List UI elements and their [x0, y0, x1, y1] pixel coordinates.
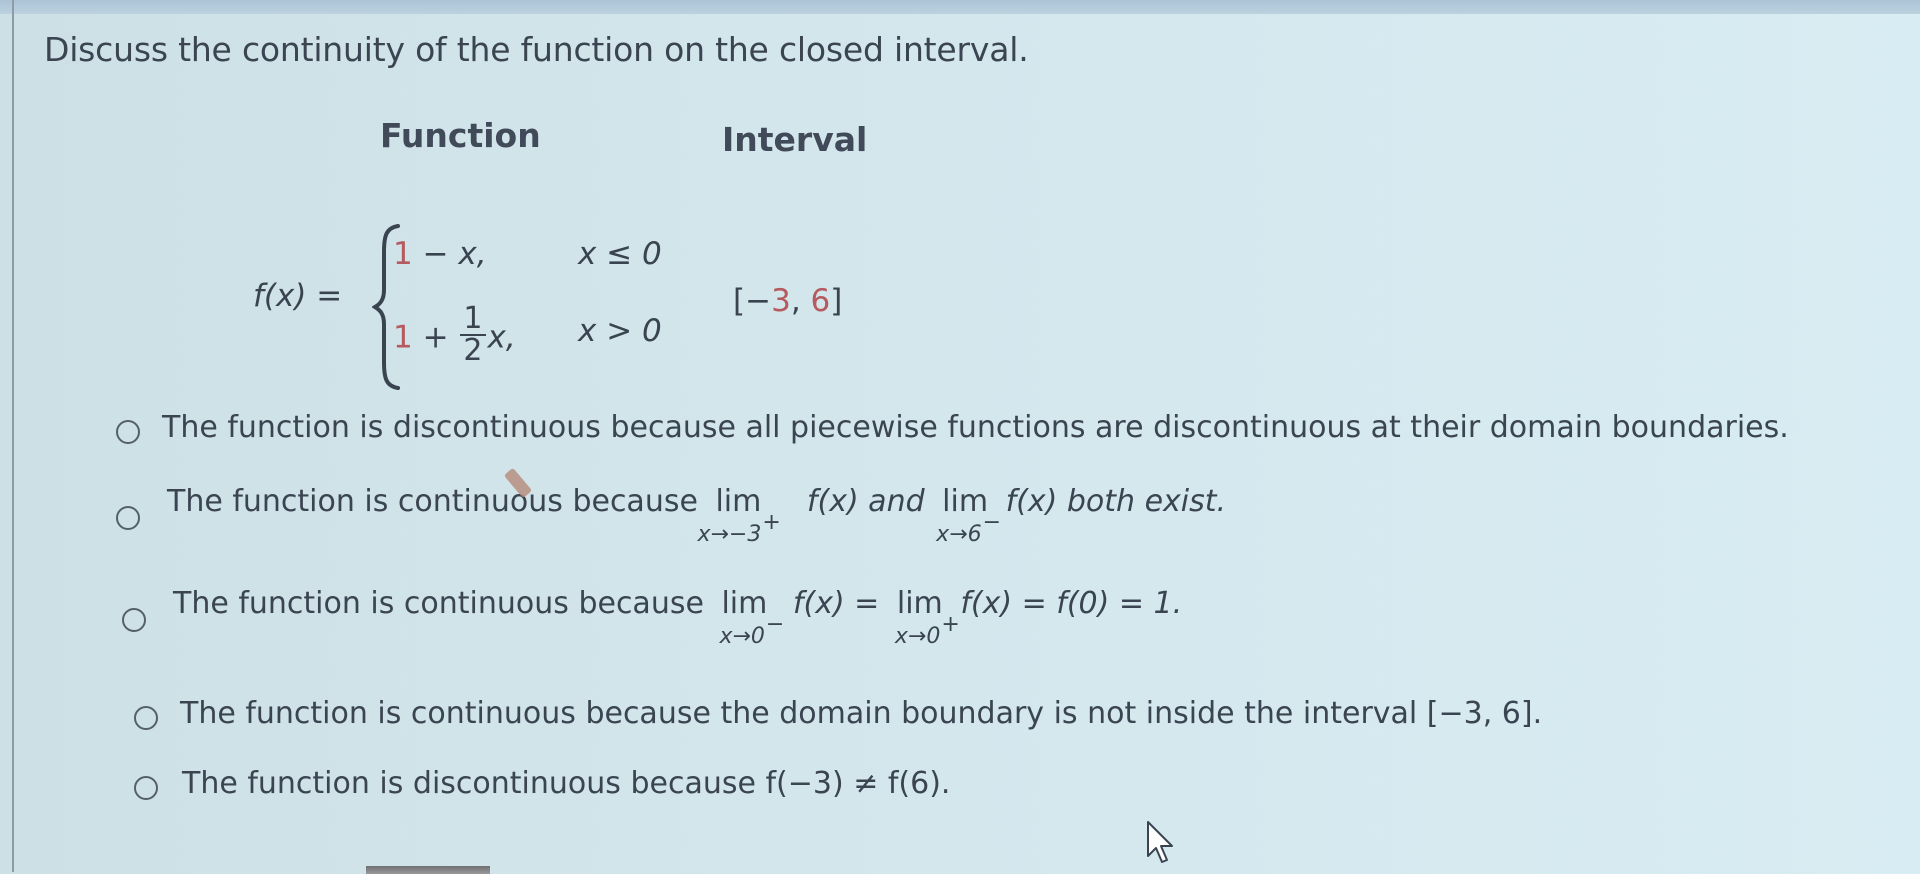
- answer-option-4[interactable]: The function is continuous because the d…: [0, 696, 1920, 756]
- lim-side: +: [941, 612, 960, 637]
- lim-side: +: [762, 510, 781, 535]
- submit-button-edge[interactable]: [366, 866, 490, 874]
- case-2-operator: +: [412, 319, 459, 356]
- option-3-text[interactable]: The function is continuous because lim x→…: [173, 586, 1183, 649]
- window-top-strip: [0, 0, 1920, 14]
- interval-open: [−: [733, 283, 772, 319]
- case-2-condition: x > 0: [578, 313, 662, 349]
- mouse-pointer-icon: [1147, 821, 1173, 863]
- lim-subscript: x→−3+: [697, 510, 780, 547]
- case-2-expression: 1 + 1 2 x,: [393, 304, 516, 370]
- lim-label: lim: [896, 586, 943, 621]
- function-label-text: f(x) =: [253, 278, 343, 314]
- lim-subscript: x→6−: [936, 510, 1001, 547]
- option-2-middle: f(x) and: [806, 484, 925, 519]
- interval-value: [−3, 6]: [733, 283, 842, 319]
- option-3-prefix: The function is continuous because: [173, 586, 704, 621]
- radio-button-option-1[interactable]: [116, 420, 140, 444]
- option-2-text[interactable]: The function is continuous because lim x→…: [167, 484, 1227, 547]
- function-column-header: Function: [380, 116, 541, 155]
- case-2-fraction: 12: [460, 304, 486, 368]
- option-3-suffix: f(x) = f(0) = 1.: [960, 586, 1183, 621]
- lim-subscript: x→0−: [719, 612, 784, 649]
- lim-side: −: [765, 612, 785, 637]
- case-1-term: − x,: [412, 236, 487, 272]
- limit-expression: lim x→0−: [719, 586, 784, 649]
- lim-side: −: [982, 510, 1002, 535]
- radio-button-option-4[interactable]: [134, 706, 158, 730]
- lim-label: lim: [721, 586, 768, 621]
- case-2-term: x,: [487, 319, 516, 356]
- interval-column-header: Interval: [722, 120, 868, 159]
- case-1-expression: 1 − x,: [393, 236, 487, 272]
- lim-approach: x→0: [894, 624, 941, 649]
- case-2-constant: 1: [393, 319, 413, 356]
- radio-button-option-2[interactable]: [116, 506, 140, 530]
- case-1-condition: x ≤ 0: [578, 236, 662, 272]
- limit-expression: lim x→−3+: [697, 484, 780, 547]
- lim-approach: x→6: [936, 522, 982, 547]
- option-2-suffix: f(x) both exist.: [1005, 484, 1227, 519]
- radio-button-option-5[interactable]: [134, 776, 158, 800]
- interval-close: ]: [830, 283, 843, 319]
- option-4-text[interactable]: The function is continuous because the d…: [180, 696, 1542, 731]
- answer-option-5[interactable]: The function is discontinuous because f(…: [0, 766, 1920, 826]
- option-3-middle: f(x) =: [792, 586, 880, 621]
- interval-left: 3: [771, 283, 791, 319]
- function-label: f(x) =: [253, 278, 342, 314]
- limit-expression: lim x→6−: [936, 484, 1001, 547]
- lim-approach: x→−3: [697, 522, 762, 547]
- fraction-denominator: 2: [463, 333, 483, 368]
- answer-option-1[interactable]: The function is discontinuous because al…: [0, 410, 1920, 470]
- question-title: Discuss the continuity of the function o…: [44, 30, 1029, 69]
- fraction-numerator: 1: [460, 304, 486, 336]
- option-1-text[interactable]: The function is discontinuous because al…: [162, 410, 1789, 445]
- radio-button-option-3[interactable]: [122, 608, 146, 632]
- lim-label: lim: [942, 484, 989, 519]
- answer-option-2[interactable]: The function is continuous because lim x→…: [0, 484, 1920, 547]
- lim-subscript: x→0+: [894, 612, 960, 649]
- option-2-prefix: The function is continuous because: [167, 484, 698, 519]
- limit-expression: lim x→0+: [895, 586, 960, 649]
- lim-approach: x→0: [719, 624, 765, 649]
- interval-separator: ,: [790, 283, 811, 319]
- answer-option-3[interactable]: The function is continuous because lim x→…: [0, 586, 1920, 649]
- interval-right: 6: [810, 283, 831, 319]
- lim-label: lim: [715, 484, 762, 519]
- case-1-constant: 1: [393, 236, 413, 272]
- option-5-text[interactable]: The function is discontinuous because f(…: [182, 766, 950, 801]
